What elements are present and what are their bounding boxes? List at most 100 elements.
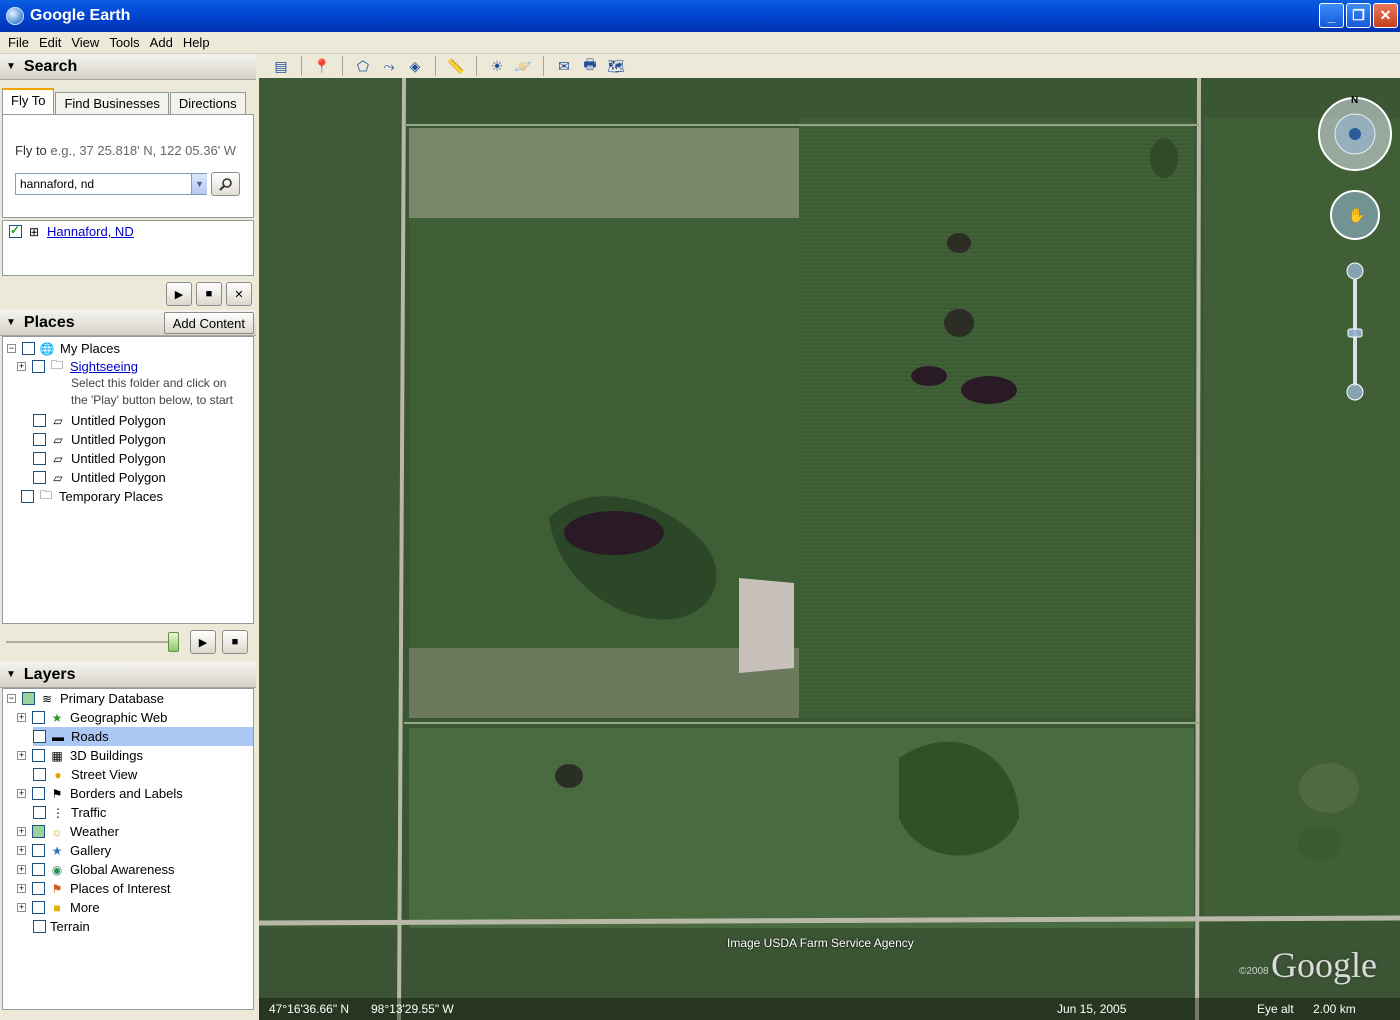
play-button[interactable]: ▶ <box>166 282 192 306</box>
tree-item-polygon[interactable]: ▱ Untitled Polygon <box>33 449 166 468</box>
add-placemark-icon[interactable]: 📍 <box>310 55 334 77</box>
checkbox[interactable] <box>33 730 46 743</box>
tab-find-businesses[interactable]: Find Businesses <box>55 92 169 114</box>
places-panel-header[interactable]: ▼ Places Add Content <box>0 310 256 336</box>
tab-directions[interactable]: Directions <box>169 92 246 114</box>
layer-gallery[interactable]: + ★ Gallery <box>17 841 111 860</box>
tree-item-sightseeing[interactable]: + 🗀 Sightseeing <box>17 357 138 376</box>
expand-icon[interactable]: + <box>17 846 26 855</box>
menu-view[interactable]: View <box>66 35 104 50</box>
layer-terrain[interactable]: Terrain <box>33 917 90 936</box>
play-tour-button[interactable]: ▶ <box>190 630 216 654</box>
view-in-maps-icon[interactable]: 🗺 <box>604 55 628 77</box>
menu-help[interactable]: Help <box>178 35 215 50</box>
checkbox[interactable] <box>33 414 46 427</box>
tree-item-polygon[interactable]: ▱ Untitled Polygon <box>33 411 166 430</box>
add-content-button[interactable]: Add Content <box>163 312 254 334</box>
tour-speed-slider[interactable] <box>6 641 174 643</box>
checkbox[interactable] <box>32 863 45 876</box>
layer-roads[interactable]: ▬ Roads <box>33 727 253 746</box>
add-path-icon[interactable]: ⤳ <box>377 55 401 77</box>
expand-icon[interactable]: + <box>17 865 26 874</box>
expand-icon[interactable]: + <box>17 789 26 798</box>
expand-icon[interactable]: + <box>17 362 26 371</box>
fly-to-input[interactable]: hannaford, nd <box>15 173 207 195</box>
expand-icon[interactable]: − <box>7 694 16 703</box>
zoom-in-icon[interactable] <box>1346 262 1364 280</box>
checkbox[interactable] <box>32 901 45 914</box>
checkbox[interactable] <box>32 844 45 857</box>
sunlight-icon[interactable]: ☀ <box>485 55 509 77</box>
menu-edit[interactable]: Edit <box>34 35 66 50</box>
add-overlay-icon[interactable]: ◈ <box>403 55 427 77</box>
zoom-out-icon[interactable] <box>1346 383 1364 401</box>
sidebar-toggle-icon[interactable]: ▤ <box>269 55 293 77</box>
checkbox[interactable] <box>33 452 46 465</box>
maximize-button[interactable]: ❐ <box>1346 3 1371 28</box>
menu-file[interactable]: File <box>3 35 34 50</box>
search-panel-header[interactable]: ▼ Search <box>0 54 256 80</box>
checkbox[interactable] <box>32 787 45 800</box>
tree-item-polygon[interactable]: ▱ Untitled Polygon <box>33 430 166 449</box>
expand-icon[interactable]: + <box>17 713 26 722</box>
expand-icon[interactable]: + <box>17 884 26 893</box>
email-icon[interactable]: ✉ <box>552 55 576 77</box>
layer-geographic-web[interactable]: + ★ Geographic Web <box>17 708 167 727</box>
planet-icon[interactable]: 🪐 <box>511 55 535 77</box>
checkbox[interactable] <box>33 920 46 933</box>
checkbox[interactable] <box>22 692 35 705</box>
clear-button[interactable]: ✕ <box>226 282 252 306</box>
collapse-triangle-icon[interactable]: ▼ <box>6 61 16 72</box>
checkbox[interactable] <box>32 825 45 838</box>
layer-borders-labels[interactable]: + ⚑ Borders and Labels <box>17 784 183 803</box>
collapse-triangle-icon[interactable]: ▼ <box>6 317 16 328</box>
checkbox[interactable] <box>33 806 46 819</box>
checkbox[interactable] <box>32 360 45 373</box>
menu-tools[interactable]: Tools <box>104 35 144 50</box>
checkbox[interactable] <box>21 490 34 503</box>
minimize-button[interactable]: _ <box>1319 3 1344 28</box>
checkbox[interactable] <box>32 882 45 895</box>
slider-thumb[interactable] <box>168 632 179 652</box>
zoom-thumb[interactable] <box>1347 328 1363 338</box>
tree-item-temporary-places[interactable]: 🗀 Temporary Places <box>21 487 163 506</box>
ruler-icon[interactable]: 📏 <box>444 55 468 77</box>
menu-add[interactable]: Add <box>145 35 178 50</box>
print-icon[interactable]: 🖶 <box>578 55 602 77</box>
expand-icon[interactable]: + <box>17 827 26 836</box>
earth-view[interactable]: N ✋ Image USDA Farm Service Agency ©2008… <box>259 78 1400 1020</box>
collapse-triangle-icon[interactable]: ▼ <box>6 669 16 680</box>
add-polygon-icon[interactable]: ⬠ <box>351 55 375 77</box>
layer-traffic[interactable]: ⋮ Traffic <box>33 803 106 822</box>
checkbox[interactable] <box>33 433 46 446</box>
layer-more[interactable]: + ■ More <box>17 898 100 917</box>
result-link[interactable]: Hannaford, ND <box>47 224 134 239</box>
checkbox[interactable] <box>32 749 45 762</box>
tree-label[interactable]: Sightseeing <box>70 359 138 374</box>
layer-places-of-interest[interactable]: + ⚑ Places of Interest <box>17 879 170 898</box>
layers-panel-header[interactable]: ▼ Layers <box>0 662 256 688</box>
checkbox[interactable] <box>22 342 35 355</box>
result-checkbox[interactable] <box>9 223 22 238</box>
layer-weather[interactable]: + ☼ Weather <box>17 822 119 841</box>
layer-3d-buildings[interactable]: + ▦ 3D Buildings <box>17 746 143 765</box>
tree-item-polygon[interactable]: ▱ Untitled Polygon <box>33 468 166 487</box>
result-row[interactable]: ⊞ Hannaford, ND <box>9 223 134 239</box>
satellite-imagery[interactable] <box>259 78 1400 1020</box>
layer-primary-database[interactable]: − ≋ Primary Database <box>7 689 164 708</box>
checkbox[interactable] <box>32 711 45 724</box>
layer-global-awareness[interactable]: + ◉ Global Awareness <box>17 860 175 879</box>
tab-fly-to[interactable]: Fly To <box>2 88 55 114</box>
chevron-down-icon[interactable]: ▼ <box>191 174 207 194</box>
expand-icon[interactable]: − <box>7 344 16 353</box>
checkbox[interactable] <box>33 471 46 484</box>
layer-street-view[interactable]: ● Street View <box>33 765 137 784</box>
checkbox[interactable] <box>33 768 46 781</box>
compass-icon[interactable]: N ✋ <box>1317 86 1397 406</box>
stop-button[interactable]: ■ <box>196 282 222 306</box>
tree-item-my-places[interactable]: − 🌐 My Places <box>7 339 120 358</box>
search-button[interactable] <box>211 172 240 196</box>
close-button[interactable]: ✕ <box>1373 3 1398 28</box>
expand-icon[interactable]: + <box>17 751 26 760</box>
stop-tour-button[interactable]: ■ <box>222 630 248 654</box>
